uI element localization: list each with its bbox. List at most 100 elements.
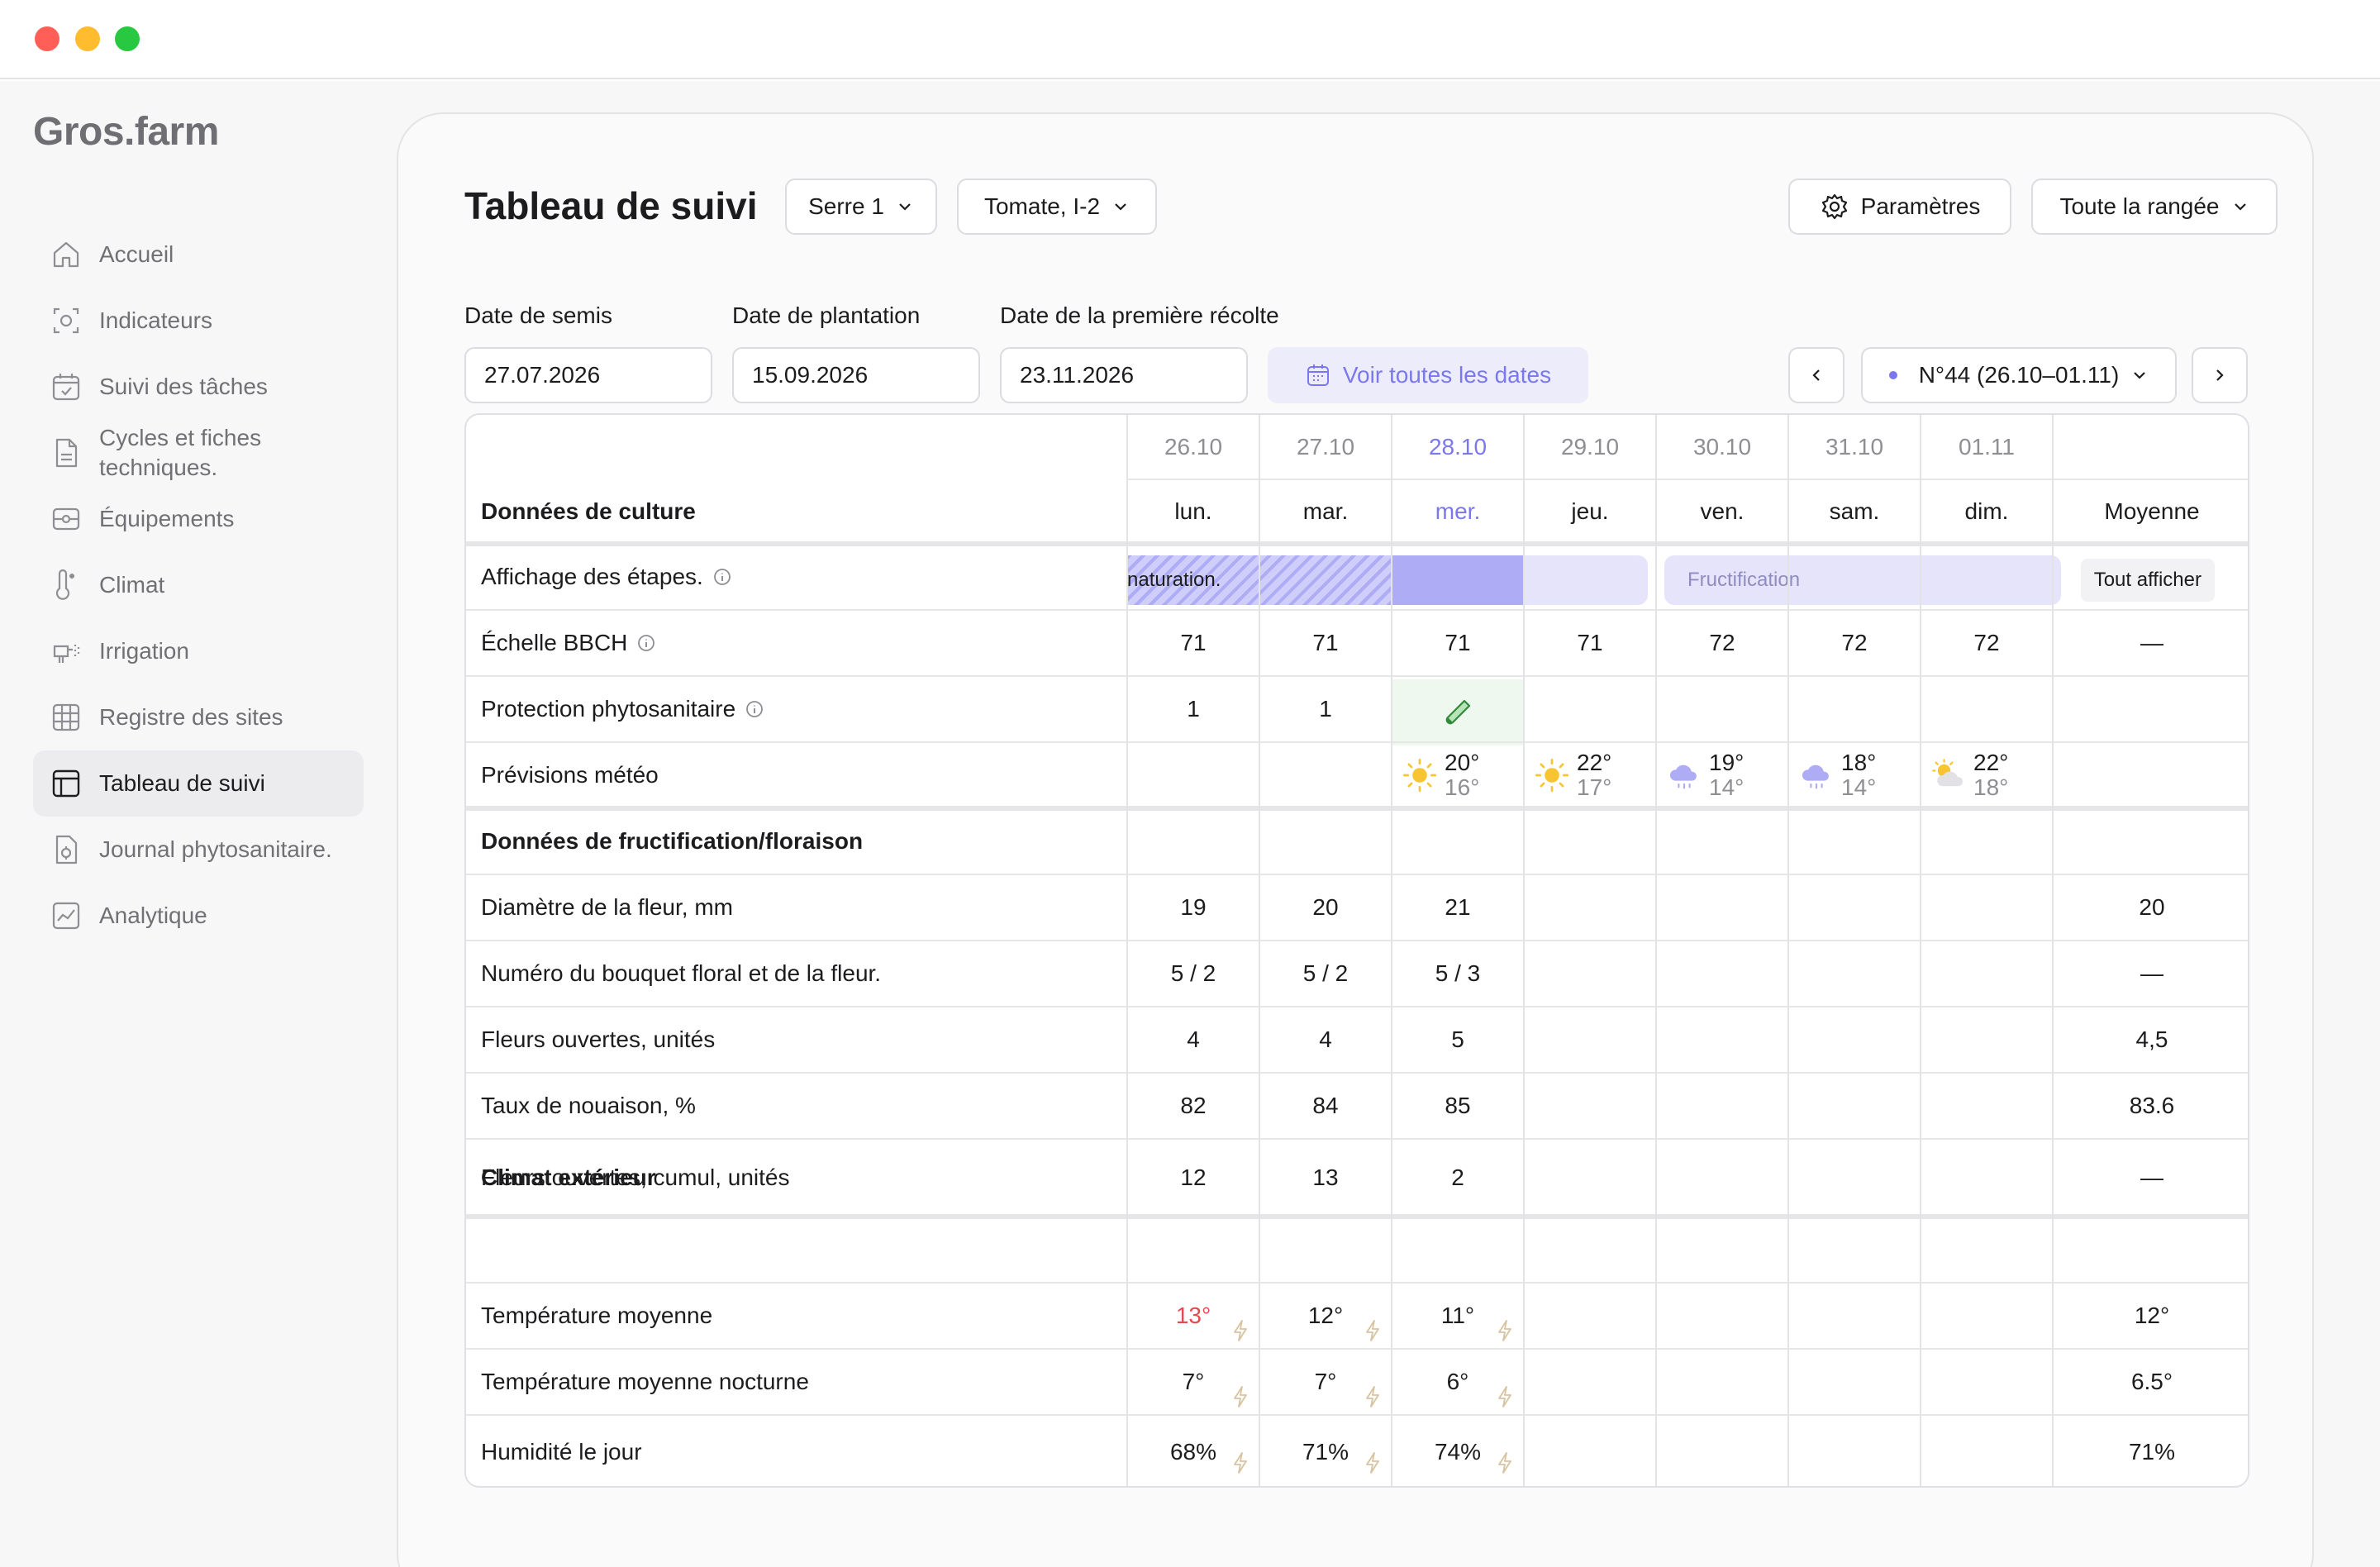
- info-icon[interactable]: [637, 634, 655, 652]
- sowing-date-input[interactable]: 27.07.2026: [464, 347, 712, 403]
- fruit-value[interactable]: 2: [1392, 1139, 1524, 1217]
- weather-forecast-cell: 19° 14°: [1666, 745, 1744, 805]
- column-weekday: mar.: [1302, 498, 1349, 524]
- average-column-header: Moyenne: [2104, 498, 2200, 524]
- sidebar-item-equipements[interactable]: Équipements: [33, 486, 364, 552]
- equipment-icon: [50, 502, 83, 536]
- bbch-value[interactable]: 71: [1524, 610, 1656, 676]
- lightning-icon: [1366, 1452, 1379, 1474]
- section-culture-label: Données de culture: [481, 479, 696, 544]
- fruit-value[interactable]: 13: [1259, 1139, 1392, 1217]
- stage-bar-active[interactable]: [1392, 555, 1524, 605]
- planting-date-input[interactable]: 15.09.2026: [732, 347, 980, 403]
- fruit-row-label-text: Numéro du bouquet floral et de la fleur.: [481, 960, 882, 986]
- bbch-value[interactable]: 72: [1788, 610, 1921, 676]
- table-icon: [50, 767, 83, 800]
- sidebar-item-label: Registre des sites: [99, 704, 283, 730]
- fruit-value[interactable]: 19: [1127, 874, 1259, 941]
- section-fruit-label: Données de fructification/floraison: [481, 808, 863, 874]
- fruit-average: 83.6: [2129, 1093, 2175, 1118]
- info-icon[interactable]: [713, 568, 731, 586]
- week-select[interactable]: N°44 (26.10–01.11): [1861, 347, 2177, 403]
- section-fruit-label-text: Données de fructification/floraison: [481, 828, 864, 854]
- fruit-value[interactable]: 5 / 3: [1392, 941, 1524, 1007]
- settings-label: Paramètres: [1860, 193, 1981, 219]
- fruit-value[interactable]: 4: [1127, 1007, 1259, 1073]
- weather-temps: 18° 14°: [1841, 750, 1876, 800]
- climate-row-label-text: Température moyenne nocturne: [481, 1369, 809, 1394]
- bbch-value[interactable]: 71: [1259, 610, 1392, 676]
- lightning-icon: [1498, 1386, 1511, 1407]
- protection-treatment-cell[interactable]: [1392, 679, 1524, 745]
- protection-row-label-text: Protection phytosanitaire: [481, 696, 736, 722]
- fruit-value[interactable]: 5: [1392, 1007, 1524, 1073]
- settings-button[interactable]: Paramètres: [1788, 179, 2011, 235]
- info-icon[interactable]: [745, 700, 764, 718]
- climate-average: 6.5°: [2130, 1369, 2173, 1394]
- tracking-table: naturation. Fructification Tout afficher…: [464, 413, 2249, 1488]
- bbch-value[interactable]: 71: [1127, 610, 1259, 676]
- bbch-value[interactable]: 72: [1921, 610, 2053, 676]
- weather-high: 20°: [1445, 750, 1480, 775]
- fruit-value[interactable]: 5 / 2: [1127, 941, 1259, 1007]
- sidebar-item-label: Suivi des tâches: [99, 374, 268, 399]
- lightning-icon: [1366, 1320, 1379, 1341]
- protection-value[interactable]: 1: [1259, 676, 1392, 742]
- weather-temps: 22° 17°: [1577, 750, 1611, 800]
- sidebar-item-accueil[interactable]: Accueil: [33, 221, 364, 288]
- fruit-value[interactable]: 82: [1127, 1073, 1259, 1139]
- protection-value[interactable]: 1: [1127, 676, 1259, 742]
- sun-icon: [1402, 758, 1437, 793]
- main-panel: Tableau de suivi Serre 1 Tomate, I-2 Par…: [397, 112, 2314, 1567]
- sidebar-item-tableau-suivi[interactable]: Tableau de suivi: [33, 750, 364, 817]
- fruit-row-label-text: Fleurs ouvertes, cumul, unités: [481, 1165, 790, 1190]
- lightning-icon: [1234, 1452, 1247, 1474]
- rain-cloud-icon: [1802, 764, 1829, 789]
- weather-low: 18°: [1973, 774, 2009, 800]
- climate-row-label: Température moyenne: [481, 1283, 712, 1349]
- fruit-value[interactable]: 85: [1392, 1073, 1524, 1139]
- fruit-value[interactable]: 12: [1127, 1139, 1259, 1217]
- sidebar-item-irrigation[interactable]: Irrigation: [33, 618, 364, 684]
- fruit-value[interactable]: 21: [1392, 874, 1524, 941]
- fruit-value[interactable]: 84: [1259, 1073, 1392, 1139]
- bbch-value[interactable]: 72: [1656, 610, 1788, 676]
- row-select[interactable]: Toute la rangée: [2031, 179, 2278, 235]
- show-all-stages-button[interactable]: Tout afficher: [2080, 559, 2215, 602]
- document-icon: [50, 436, 83, 469]
- sidebar-item-label: Équipements: [99, 506, 235, 531]
- bbch-value[interactable]: 71: [1392, 610, 1524, 676]
- fruit-average: —: [2140, 960, 2163, 986]
- minimize-window-button[interactable]: [75, 26, 100, 51]
- bbch-average: —: [2140, 630, 2163, 655]
- sidebar-item-analytique[interactable]: Analytique: [33, 883, 364, 949]
- fruit-row-label: Fleurs ouvertes, unités: [481, 1007, 715, 1073]
- sidebar-item-indicateurs[interactable]: Indicateurs: [33, 288, 364, 354]
- stage-bar-light[interactable]: [1524, 555, 1648, 605]
- sidebar-item-cycles[interactable]: Cycles et fiches techniques.: [33, 412, 364, 494]
- column-date: 29.10: [1560, 434, 1620, 460]
- stage-bar-fructification[interactable]: Fructification: [1664, 555, 2061, 605]
- sidebar-item-climat[interactable]: Climat: [33, 552, 364, 618]
- fruit-value[interactable]: 4: [1259, 1007, 1392, 1073]
- lightning-icon: [1366, 1386, 1379, 1407]
- stages-row-label: Affichage des étapes.: [481, 544, 731, 610]
- previous-week-button[interactable]: [1788, 347, 1844, 403]
- greenhouse-select[interactable]: Serre 1: [785, 179, 937, 235]
- all-dates-button[interactable]: Voir toutes les dates: [1268, 347, 1588, 403]
- fruit-value[interactable]: 5 / 2: [1259, 941, 1392, 1007]
- weather-high: 22°: [1577, 750, 1612, 775]
- next-week-button[interactable]: [2192, 347, 2248, 403]
- section-culture-label-text: Données de culture: [481, 498, 696, 524]
- sidebar-item-journal[interactable]: Journal phytosanitaire.: [33, 817, 364, 883]
- harvest-date-input[interactable]: 23.11.2026: [1000, 347, 1248, 403]
- close-window-button[interactable]: [35, 26, 60, 51]
- sidebar-item-suivi-taches[interactable]: Suivi des tâches: [33, 354, 364, 420]
- column-divider: [1655, 415, 1657, 1486]
- maximize-window-button[interactable]: [115, 26, 140, 51]
- logo[interactable]: Gros.farm: [33, 109, 219, 155]
- fruit-value[interactable]: 20: [1259, 874, 1392, 941]
- planting-date-label: Date de plantation: [732, 302, 921, 328]
- sidebar-item-registre[interactable]: Registre des sites: [33, 684, 364, 750]
- crop-select[interactable]: Tomate, I-2: [957, 179, 1157, 235]
